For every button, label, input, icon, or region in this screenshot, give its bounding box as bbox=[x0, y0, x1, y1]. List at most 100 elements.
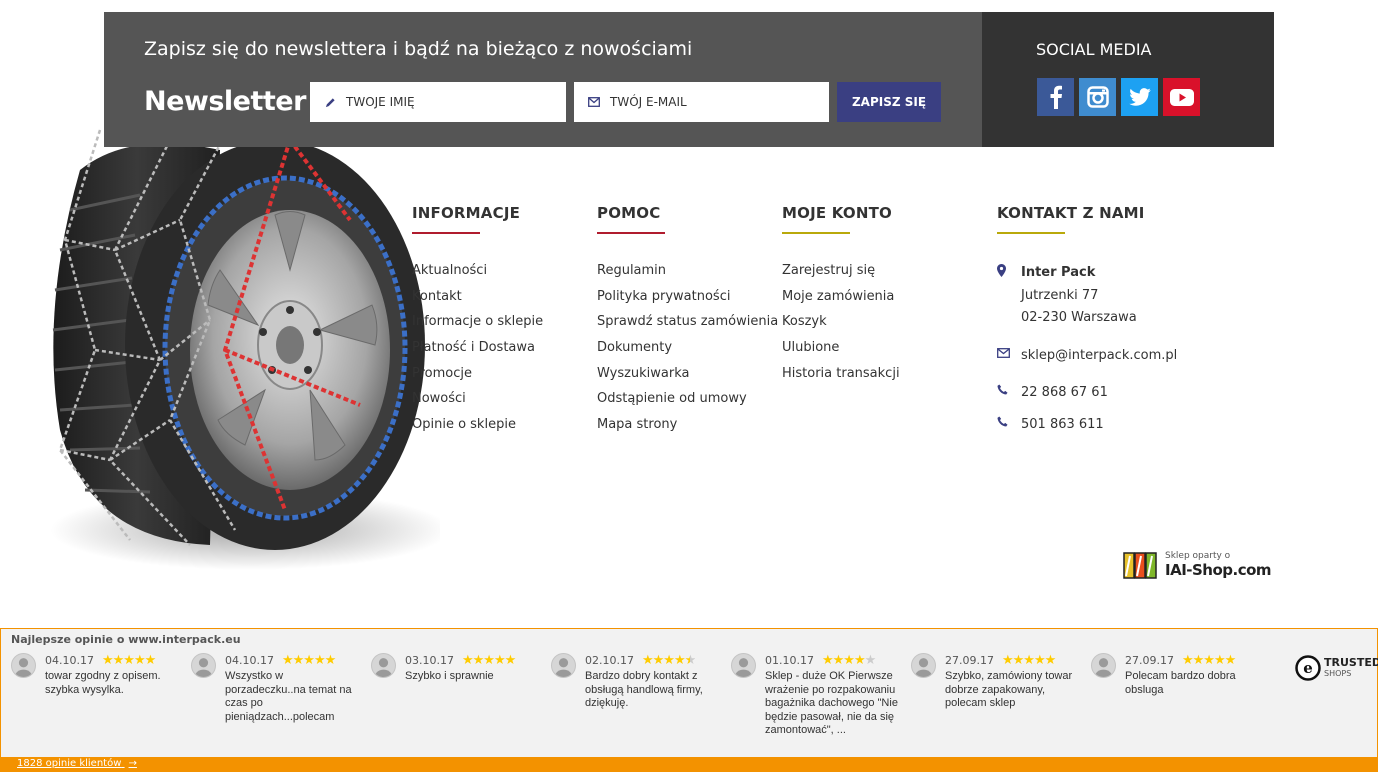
star-icon: ★ bbox=[504, 653, 517, 668]
trusted-sub: SHOPS bbox=[1324, 669, 1352, 678]
account-link[interactable]: Koszyk bbox=[782, 313, 900, 339]
account-title: MOJE KONTO bbox=[782, 204, 892, 222]
trusted-shops-icon: e bbox=[1295, 655, 1321, 681]
contact-city: 02-230 Warszawa bbox=[1021, 310, 1137, 325]
phone-icon bbox=[997, 414, 1021, 431]
email-placeholder: TWÓJ E-MAIL bbox=[610, 95, 687, 109]
user-avatar-icon bbox=[911, 653, 936, 678]
reviews-footer-notch bbox=[1311, 743, 1325, 757]
account-link[interactable]: Historia transakcji bbox=[782, 365, 900, 391]
star-icon: ★ bbox=[1192, 653, 1205, 668]
footer-column-help: POMOC Regulamin Polityka prywatności Spr… bbox=[597, 204, 778, 442]
help-link[interactable]: Wyszukiwarka bbox=[597, 365, 778, 391]
help-underline bbox=[597, 232, 665, 234]
all-reviews-link[interactable]: 1828 opinie klientów → bbox=[17, 758, 137, 769]
contact-company: Inter Pack bbox=[1021, 265, 1096, 280]
review-text: Sklep - duże OK Pierwsze wrażenie po roz… bbox=[765, 670, 898, 736]
help-link[interactable]: Regulamin bbox=[597, 262, 778, 288]
map-pin-icon bbox=[997, 262, 1021, 281]
star-icon: ★ bbox=[684, 653, 697, 668]
star-icon: ★ bbox=[652, 653, 665, 668]
star-icon: ★ bbox=[673, 653, 686, 668]
info-link[interactable]: Aktualności bbox=[412, 262, 543, 288]
star-icon: ★ bbox=[864, 653, 877, 668]
account-link[interactable]: Moje zamówienia bbox=[782, 288, 900, 314]
newsletter-name-input[interactable]: TWOJE IMIĘ bbox=[310, 82, 566, 122]
review-stars: ★★★★★ bbox=[1181, 653, 1237, 668]
iai-shop-badge[interactable]: Sklep oparty o IAI-Shop.com bbox=[1122, 550, 1272, 580]
reviews-header: Najlepsze opinie o www.interpack.eu bbox=[11, 633, 241, 646]
review-item: 02.10.17 ★★★★★ Bardzo dobry kontakt z obsł… bbox=[551, 653, 721, 711]
newsletter-email-input[interactable]: TWÓJ E-MAIL bbox=[574, 82, 829, 122]
newsletter-section: Zapisz się do newslettera i bądź na bież… bbox=[104, 12, 982, 147]
star-icon: ★ bbox=[1012, 653, 1025, 668]
account-link[interactable]: Zarejestruj się bbox=[782, 262, 900, 288]
info-link[interactable]: Nowości bbox=[412, 390, 543, 416]
twitter-icon[interactable] bbox=[1121, 78, 1158, 116]
facebook-icon[interactable] bbox=[1037, 78, 1074, 116]
contact-phone-1[interactable]: 22 868 67 61 bbox=[1021, 382, 1108, 405]
review-item: 27.09.17 ★★★★★ Polecam bardzo dobra obslug… bbox=[1091, 653, 1261, 697]
star-icon: ★ bbox=[1213, 653, 1226, 668]
star-icon: ★ bbox=[461, 653, 474, 668]
star-icon: ★ bbox=[1224, 653, 1237, 668]
star-icon: ★ bbox=[281, 653, 294, 668]
info-link[interactable]: Kontakt bbox=[412, 288, 543, 314]
star-icon: ★ bbox=[853, 653, 866, 668]
help-link[interactable]: Dokumenty bbox=[597, 339, 778, 365]
info-link[interactable]: Promocje bbox=[412, 365, 543, 391]
help-link[interactable]: Odstąpienie od umowy bbox=[597, 390, 778, 416]
star-icon: ★ bbox=[1203, 653, 1215, 668]
star-icon: ★ bbox=[303, 653, 315, 668]
info-link[interactable]: Płatność i Dostawa bbox=[412, 339, 543, 365]
review-item: 04.10.17 ★★★★★ towar zgodny z opisem. szyb… bbox=[11, 653, 181, 697]
info-title: INFORMACJE bbox=[412, 204, 521, 222]
contact-phone-2[interactable]: 501 863 611 bbox=[1021, 414, 1104, 437]
page: Zapisz się do newslettera i bądź na bież… bbox=[0, 0, 1378, 772]
star-icon: ★ bbox=[1044, 653, 1057, 668]
iai-logo-icon bbox=[1123, 552, 1157, 579]
star-icon: ★ bbox=[832, 653, 845, 668]
account-link[interactable]: Ulubione bbox=[782, 339, 900, 365]
tire-chain-illustration bbox=[50, 129, 450, 570]
info-link[interactable]: Informacje o sklepie bbox=[412, 313, 543, 339]
arrow-right-icon: → bbox=[128, 758, 137, 769]
social-media-title: SOCIAL MEDIA bbox=[1036, 40, 1152, 59]
star-icon: ★ bbox=[313, 653, 326, 668]
review-stars: ★★★★★ bbox=[642, 653, 697, 668]
pencil-icon bbox=[324, 96, 336, 108]
youtube-icon[interactable] bbox=[1163, 78, 1200, 116]
newsletter-submit-button[interactable]: ZAPISZ SIĘ bbox=[837, 82, 941, 122]
star-icon: ★ bbox=[843, 653, 855, 668]
review-date: 27.09.17 bbox=[1125, 654, 1174, 667]
review-text: Szybko, zamówiony towar dobrze zapakowan… bbox=[945, 670, 1073, 709]
star-icon: ★ bbox=[324, 653, 337, 668]
star-icon: ★ bbox=[483, 653, 495, 668]
star-icon: ★ bbox=[101, 653, 114, 668]
review-item: 01.10.17 ★★★★★ Sklep - duże OK Pierwsze wr… bbox=[731, 653, 901, 738]
social-icons bbox=[1037, 78, 1200, 116]
info-link[interactable]: Opinie o sklepie bbox=[412, 416, 543, 442]
star-icon: ★ bbox=[1181, 653, 1194, 668]
review-date: 03.10.17 bbox=[405, 654, 454, 667]
phone-icon bbox=[997, 382, 1021, 399]
trusted-shops-logo[interactable]: e TRUSTED SHOPS bbox=[1295, 655, 1378, 681]
help-link[interactable]: Sprawdź status zamówienia bbox=[597, 313, 778, 339]
review-date: 27.09.17 bbox=[945, 654, 994, 667]
help-link[interactable]: Polityka prywatności bbox=[597, 288, 778, 314]
star-icon: ★ bbox=[472, 653, 485, 668]
newsletter-title: Newsletter bbox=[144, 86, 306, 117]
trusted-main: TRUSTED bbox=[1324, 656, 1378, 669]
account-underline bbox=[782, 232, 850, 234]
instagram-icon[interactable] bbox=[1079, 78, 1116, 116]
user-avatar-icon bbox=[11, 653, 36, 678]
contact-street: Jutrzenki 77 bbox=[1021, 287, 1099, 303]
contact-email[interactable]: sklep@interpack.com.pl bbox=[1021, 345, 1177, 368]
footer-column-contact: KONTAKT Z NAMI Inter Pack Jutrzenki 77 0… bbox=[997, 204, 1177, 436]
review-text: Szybko i sprawnie bbox=[405, 670, 494, 682]
social-media-section: SOCIAL MEDIA bbox=[982, 12, 1274, 147]
footer-column-info: INFORMACJE Aktualności Kontakt Informacj… bbox=[412, 204, 543, 442]
review-date: 01.10.17 bbox=[765, 654, 814, 667]
help-link[interactable]: Mapa strony bbox=[597, 416, 778, 442]
star-icon: ★ bbox=[663, 653, 675, 668]
